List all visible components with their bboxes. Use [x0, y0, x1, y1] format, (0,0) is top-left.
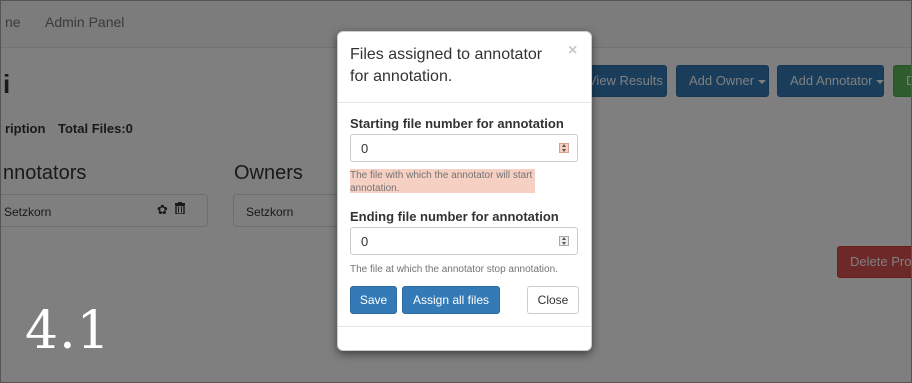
- modal-title: Files assigned to annotator for annotati…: [350, 46, 543, 85]
- modal-footer-divider: [338, 326, 591, 327]
- end-file-label: Ending file number for annotation: [350, 209, 559, 224]
- app-frame: ne Admin Panel i View Results Add Owner …: [0, 0, 912, 383]
- spinner-icon[interactable]: [559, 236, 569, 246]
- save-button[interactable]: Save: [350, 286, 397, 314]
- step-number-overlay: 4.1: [25, 301, 111, 361]
- modal-header: Files assigned to annotator for annotati…: [338, 32, 591, 103]
- close-button[interactable]: Close: [527, 286, 579, 314]
- start-file-help: The file with which the annotator will s…: [350, 169, 535, 194]
- assign-all-files-button[interactable]: Assign all files: [402, 286, 500, 314]
- end-file-input[interactable]: 0: [350, 227, 578, 255]
- start-file-value: 0: [361, 141, 369, 156]
- spinner-icon[interactable]: [559, 143, 569, 153]
- start-file-label: Starting file number for annotation: [350, 116, 564, 131]
- start-file-input[interactable]: 0: [350, 134, 578, 162]
- close-icon[interactable]: ×: [568, 42, 577, 60]
- end-file-value: 0: [361, 234, 369, 249]
- assign-files-modal: Files assigned to annotator for annotati…: [337, 31, 592, 351]
- end-file-help: The file at which the annotator stop ann…: [350, 264, 558, 275]
